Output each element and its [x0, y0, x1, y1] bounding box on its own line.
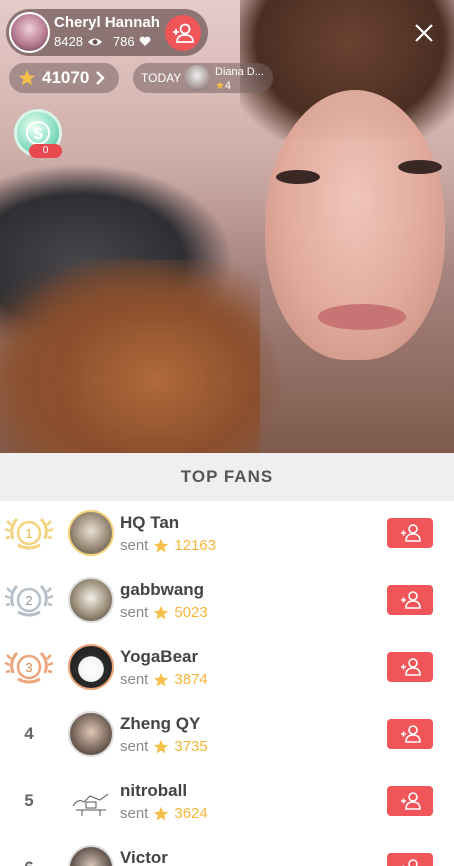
host-name: Cheryl Hannah: [54, 14, 160, 31]
follow-fan-button[interactable]: [387, 719, 433, 749]
star-icon: [154, 538, 169, 552]
follow-fan-button[interactable]: [387, 518, 433, 548]
sent-label: sent: [120, 738, 149, 755]
likes-count: 786: [112, 34, 135, 49]
follow-fan-button[interactable]: [387, 585, 433, 615]
fan-row[interactable]: 1 HQ Tan sent 12163: [0, 501, 454, 568]
sent-label: sent: [120, 604, 149, 621]
rank-number: 6: [18, 858, 40, 866]
fan-row[interactable]: 6 Victor: [0, 836, 454, 866]
svg-text:$: $: [33, 124, 43, 143]
bronze-medal-icon: 3: [4, 651, 54, 684]
star-icon: [154, 806, 169, 820]
fan-avatar[interactable]: [68, 644, 114, 690]
sketch-avatar-icon: [72, 793, 109, 816]
eye-icon: [87, 38, 102, 45]
top-fans-header: TOP FANS: [0, 453, 454, 501]
heart-icon: [139, 36, 151, 46]
fan-avatar[interactable]: [68, 577, 114, 623]
fan-avatar[interactable]: [68, 778, 114, 824]
fan-avatar[interactable]: [68, 845, 114, 866]
coins-value: 41070: [42, 68, 90, 87]
fan-row[interactable]: 4 Zheng QY sent 3735: [0, 702, 454, 769]
rank-badge-gold: 1: [4, 511, 54, 555]
rank-badge-silver: 2: [4, 578, 54, 622]
fan-sent: sent 3874: [120, 671, 208, 688]
fan-sent: sent 5023: [120, 604, 208, 621]
star-icon: [154, 605, 169, 619]
rank-number: 5: [24, 791, 34, 810]
star-icon: [154, 739, 169, 753]
rank-number: 3: [25, 660, 32, 675]
star-icon: [154, 672, 169, 686]
follow-fan-button[interactable]: [387, 652, 433, 682]
fan-name[interactable]: Zheng QY: [120, 714, 200, 734]
views-count: 8428: [54, 34, 83, 49]
add-user-icon: [401, 792, 421, 810]
top-fans-list: 1 HQ Tan sent 12163 2 gabbwang sent 5023…: [0, 501, 454, 866]
sent-label: sent: [120, 671, 149, 688]
host-avatar[interactable]: [9, 12, 50, 53]
close-button[interactable]: [411, 20, 437, 46]
follow-host-button[interactable]: [165, 15, 201, 51]
silver-medal-icon: 2: [4, 584, 54, 617]
lips: [318, 304, 406, 330]
add-user-icon: [401, 658, 421, 676]
sent-amount: 3735: [174, 738, 208, 755]
chevron-right-icon: [96, 71, 105, 85]
fan-avatar[interactable]: [68, 510, 114, 556]
follow-fan-button[interactable]: [387, 786, 433, 816]
add-user-icon: [401, 591, 421, 609]
fan-row[interactable]: 2 gabbwang sent 5023: [0, 568, 454, 635]
fan-name[interactable]: YogaBear: [120, 647, 198, 667]
today-rank-value: 4: [224, 80, 231, 92]
add-user-icon: [401, 725, 421, 743]
today-label: TODAY: [141, 71, 182, 85]
sent-label: sent: [120, 537, 149, 554]
add-user-icon: [402, 859, 418, 866]
sent-amount: 3874: [174, 671, 208, 688]
fan-name[interactable]: nitroball: [120, 781, 187, 801]
small-star-icon: ★: [215, 80, 225, 92]
fan-sent: sent 12163: [120, 537, 216, 554]
fan-row[interactable]: 3 YogaBear sent 3874: [0, 635, 454, 702]
sent-label: sent: [120, 805, 149, 822]
close-icon: [415, 24, 433, 42]
today-top-avatar: [184, 65, 210, 91]
coins-pill[interactable]: 41070: [9, 63, 119, 93]
today-top-rank: ★4: [215, 79, 231, 92]
host-stats: 8428 786: [54, 34, 151, 49]
eye-right: [398, 160, 442, 174]
fan-sent: sent 3735: [120, 738, 208, 755]
fan-name[interactable]: Victor: [120, 848, 168, 866]
sent-amount: 3624: [174, 805, 208, 822]
star-icon: [18, 69, 36, 86]
rank-badge-bronze: 3: [4, 645, 54, 689]
sent-amount: 5023: [174, 604, 208, 621]
gift-count-badge: 0: [29, 144, 62, 158]
fan-name[interactable]: gabbwang: [120, 580, 204, 600]
today-top-fan-pill[interactable]: TODAY Diana D... ★4: [133, 63, 273, 93]
fan-row[interactable]: 5 nitroball sent 3624: [0, 769, 454, 836]
fan-avatar[interactable]: [68, 711, 114, 757]
rank-number: 1: [25, 526, 32, 541]
add-user-icon: [401, 524, 421, 542]
sent-amount: 12163: [174, 537, 217, 554]
fan-sent: sent 3624: [120, 805, 208, 822]
rank-number: 2: [25, 593, 32, 608]
eye-left: [276, 170, 320, 184]
fan-name[interactable]: HQ Tan: [120, 513, 179, 533]
today-top-name: Diana D...: [215, 66, 264, 78]
follow-fan-button[interactable]: [387, 853, 433, 866]
add-user-icon: [173, 23, 194, 43]
rank-number: 4: [24, 724, 34, 743]
gold-medal-icon: 1: [4, 517, 54, 550]
hair-left: [0, 260, 260, 453]
